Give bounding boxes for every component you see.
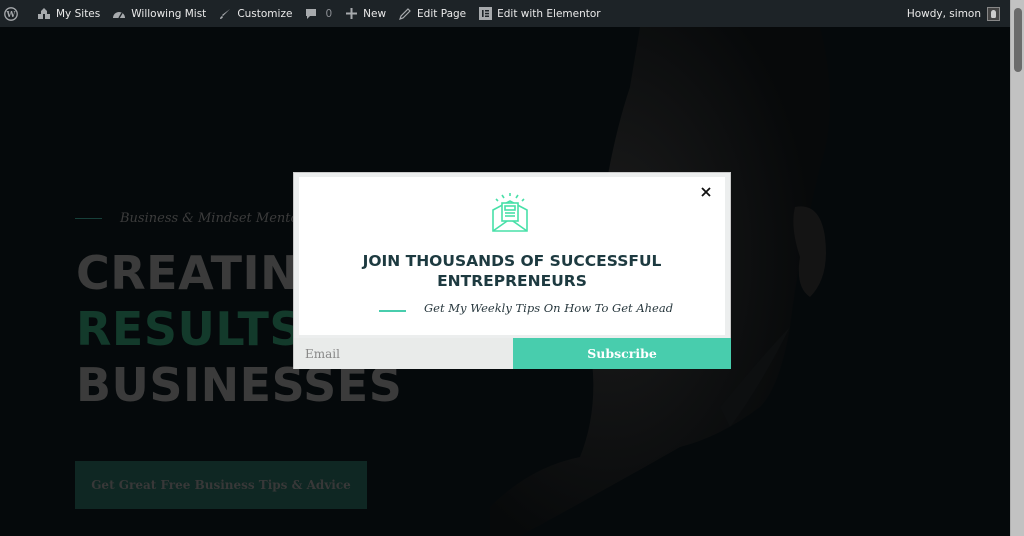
comments-count: 0: [325, 7, 333, 20]
comment-icon: [304, 7, 318, 21]
wp-logo-menu[interactable]: W: [0, 0, 31, 27]
my-sites-menu[interactable]: My Sites: [31, 0, 106, 27]
close-icon: [701, 187, 711, 197]
edit-with-elementor-label: Edit with Elementor: [497, 7, 601, 20]
site-name-menu[interactable]: Willowing Mist: [106, 0, 212, 27]
subscribe-button[interactable]: Subscribe: [513, 338, 731, 369]
popup-subtitle: Get My Weekly Tips On How To Get Ahead: [379, 301, 673, 315]
site-name-label: Willowing Mist: [131, 7, 207, 20]
plus-icon: [344, 7, 358, 21]
my-account-menu[interactable]: Howdy, simon: [906, 6, 1010, 21]
newsletter-envelope-icon: [492, 193, 528, 232]
new-content-menu[interactable]: New: [338, 0, 392, 27]
popup-title-line-1: JOIN THOUSANDS OF SUCCESSFUL: [362, 252, 662, 270]
customize-label: Customize: [237, 7, 293, 20]
email-input[interactable]: [294, 338, 513, 369]
hero-tagline: Business & Mindset Mentor: [75, 211, 305, 226]
edit-page-label: Edit Page: [417, 7, 467, 20]
close-button[interactable]: [699, 185, 713, 199]
tagline-text: Business & Mindset Mentor: [120, 211, 305, 226]
pencil-icon: [398, 7, 412, 21]
customize-link[interactable]: Customize: [212, 0, 298, 27]
elementor-icon: [478, 7, 492, 21]
dashboard-icon: [112, 7, 126, 21]
wordpress-icon: W: [4, 6, 18, 21]
popup-title-line-2: ENTREPRENEURS: [437, 272, 587, 290]
new-label: New: [363, 7, 387, 20]
popup-title: JOIN THOUSANDS OF SUCCESSFUL ENTREPRENEU…: [299, 251, 725, 291]
edit-page-link[interactable]: Edit Page: [392, 0, 472, 27]
my-sites-label: My Sites: [56, 7, 101, 20]
my-sites-icon: [37, 7, 51, 21]
greeting: Howdy, simon: [906, 7, 981, 20]
scrollbar-thumb[interactable]: [1014, 8, 1022, 72]
subtitle-divider: [379, 310, 406, 312]
page-scrollbar[interactable]: [1010, 0, 1024, 536]
avatar: [987, 6, 1000, 21]
edit-with-elementor-link[interactable]: Edit with Elementor: [472, 0, 607, 27]
tagline-divider: [75, 218, 102, 219]
hero-cta-button[interactable]: Get Great Free Business Tips & Advice: [75, 461, 367, 509]
subtitle-text: Get My Weekly Tips On How To Get Ahead: [424, 301, 674, 315]
comments-link[interactable]: 0: [298, 0, 338, 27]
svg-text:W: W: [6, 9, 17, 19]
newsletter-popup: JOIN THOUSANDS OF SUCCESSFUL ENTREPRENEU…: [293, 172, 731, 369]
wp-admin-bar: W My Sites Willowing Mist Customize 0 Ne…: [0, 0, 1010, 27]
popup-content: JOIN THOUSANDS OF SUCCESSFUL ENTREPRENEU…: [299, 177, 725, 335]
brush-icon: [218, 7, 232, 21]
